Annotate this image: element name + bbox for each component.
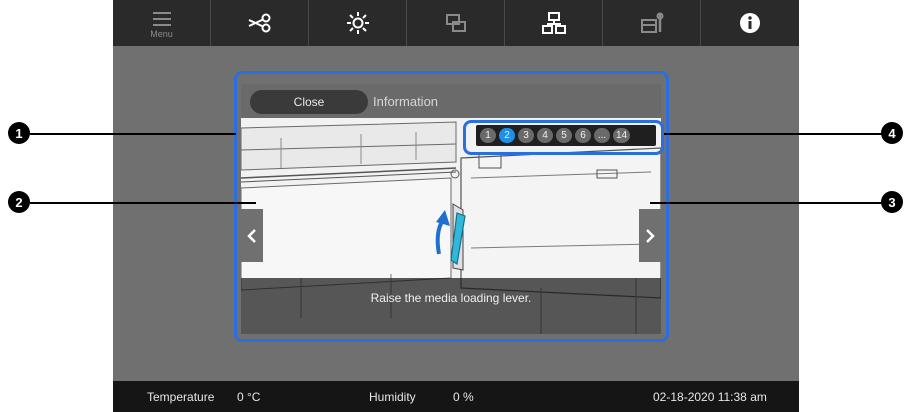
pager-callout-frame xyxy=(463,120,664,155)
network-tab[interactable] xyxy=(505,0,603,46)
callout-marker-2: 2 xyxy=(8,191,30,213)
maintenance-tab[interactable] xyxy=(603,0,701,46)
layers-tab[interactable] xyxy=(407,0,505,46)
network-icon xyxy=(541,12,566,34)
callout-line-3 xyxy=(650,202,882,204)
light-tab[interactable] xyxy=(309,0,407,46)
callout-marker-3: 3 xyxy=(881,191,903,213)
callout-line-1 xyxy=(30,133,236,135)
info-icon xyxy=(740,13,760,33)
callout-line-2 xyxy=(30,202,256,204)
cut-tab[interactable] xyxy=(211,0,309,46)
status-bar: Temperature 0 °C Humidity 0 % 02-18-2020… xyxy=(113,381,799,412)
info-tab[interactable] xyxy=(701,0,799,46)
menu-tab[interactable]: Menu xyxy=(113,0,211,46)
maintenance-icon xyxy=(640,12,663,33)
temperature-label: Temperature xyxy=(147,390,215,404)
menu-icon xyxy=(152,12,171,26)
light-icon xyxy=(346,12,369,34)
temperature-value: 0 °C xyxy=(237,390,261,404)
callout-marker-1: 1 xyxy=(8,122,30,144)
dialog-callout-frame xyxy=(234,71,669,342)
callout-marker-4: 4 xyxy=(881,122,903,144)
menu-label: Menu xyxy=(150,29,173,39)
date-time: 02-18-2020 11:38 am xyxy=(653,390,767,404)
top-toolbar: Menu xyxy=(113,0,799,46)
callout-line-4 xyxy=(664,133,882,135)
humidity-value: 0 % xyxy=(453,390,474,404)
humidity-label: Humidity xyxy=(369,390,416,404)
layers-icon xyxy=(445,14,466,32)
scissors-icon xyxy=(248,13,270,33)
